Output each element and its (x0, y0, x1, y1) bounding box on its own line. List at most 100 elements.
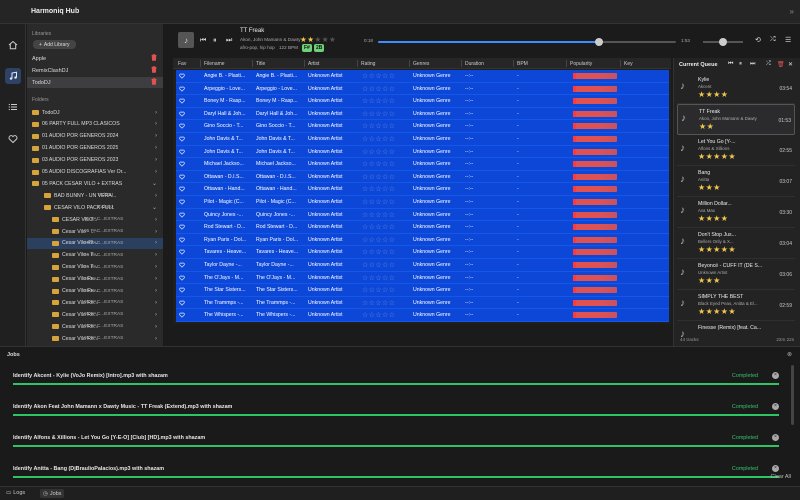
tab-jobs[interactable]: ◷ Jobs (40, 489, 65, 498)
queue-item[interactable]: ♪ TT Freak Akon, John Mamann & Dawty ★★ 01:5… (677, 104, 795, 135)
chevron-right-icon[interactable]: › (155, 121, 157, 127)
rating-stars[interactable]: ☆☆☆☆☆ (362, 274, 395, 282)
jobs-scrollbar[interactable] (791, 365, 794, 425)
chevron-right-icon[interactable]: › (155, 264, 157, 270)
heart-icon[interactable] (179, 287, 185, 293)
chevron-right-icon[interactable]: › (155, 169, 157, 175)
column-header-title[interactable]: Title (256, 61, 265, 67)
rating-stars[interactable]: ☆☆☆☆☆ (362, 85, 395, 93)
heart-icon[interactable] (179, 199, 185, 205)
table-row[interactable]: The Trammps -... The Trammps -... Unknown … (176, 296, 669, 310)
chevron-right-icon[interactable]: › (155, 217, 157, 223)
volume-slider[interactable] (703, 38, 743, 46)
folder-item[interactable]: Cesar Vilo Re... 05 PAC...EXTRAS › (27, 297, 163, 308)
table-row[interactable]: Quincy Jones -... Quincy Jones -... Unknow… (176, 208, 669, 222)
trash-icon[interactable] (151, 66, 157, 73)
folder-item[interactable]: 05 AUDIO DISCOGRAFIAS Ver Or... › (27, 167, 163, 178)
rating-stars[interactable]: ☆☆☆☆☆ (362, 148, 395, 156)
player-rating[interactable]: ★★★★★ (300, 35, 336, 44)
folder-item[interactable]: 01 AUDIO POR GENEROS 2025 › (27, 143, 163, 154)
heart-icon[interactable] (179, 186, 185, 192)
folder-item[interactable]: TodoDJ › (27, 107, 163, 118)
folder-item[interactable]: 06 PARTY FULL MP3 CLASICOS › (27, 119, 163, 130)
chevron-right-icon[interactable]: › (155, 336, 157, 342)
tab-logs[interactable]: ▭ Logs (6, 490, 25, 496)
trash-icon[interactable] (151, 78, 157, 85)
folder-item[interactable]: 05 PACK CESAR VILO + EXTRAS ⌄ (27, 178, 163, 189)
rating-stars[interactable]: ☆☆☆☆☆ (362, 198, 395, 206)
queue-item[interactable]: ♪ Let You Go [Y-... Alfons & Xillions ★★★★★… (677, 135, 795, 166)
table-row[interactable]: Daryl Hall & Joh... Daryl Hall & Joh... Un… (176, 107, 669, 121)
home-icon[interactable] (5, 37, 21, 53)
heart-icon[interactable] (179, 249, 185, 255)
chevron-right-icon[interactable]: › (155, 229, 157, 235)
remove-job-icon[interactable]: × (772, 403, 779, 410)
queue-item[interactable]: ♪ Million Dollar... Ava Max ★★★★ 03:30 (677, 197, 795, 228)
chevron-right-icon[interactable]: › (155, 193, 157, 199)
previous-track-button[interactable]: ⏮ (200, 37, 206, 45)
table-row[interactable]: Gino Soccio - T... Gino Soccio - T... Unkn… (176, 120, 669, 133)
table-row[interactable]: Ottawan - D.I.S... Ottawan - D.I.S... Unkn… (176, 170, 669, 184)
table-row[interactable]: Pilot - Magic (C... Pilot - Magic (C... Un… (176, 196, 669, 209)
heart-icon[interactable] (179, 123, 185, 129)
rating-stars[interactable]: ☆☆☆☆☆ (362, 211, 395, 219)
rating-stars[interactable]: ☆☆☆☆☆ (362, 236, 395, 244)
table-row[interactable]: Angie B. - Plasti... Angie B. - Plasti...… (176, 70, 669, 83)
folder-item[interactable]: Cesar Vilo Re... 05 PAC...EXTRAS › (27, 286, 163, 297)
previous-track-icon[interactable]: ⏮ (728, 61, 733, 68)
heart-icon[interactable] (179, 73, 185, 79)
queue-item[interactable]: ♪ Don't Stop Jus... Bellers Only & X... ★ ★ ★… (677, 228, 795, 259)
shuffle-icon[interactable]: ⤮ (770, 36, 776, 44)
folder-item[interactable]: Cesar Vilo Re... 05 PAC...EXTRAS › (27, 309, 163, 320)
library-item[interactable]: RemixClashDJ (27, 65, 163, 76)
folder-item[interactable]: 03 AUDIO POR GENEROS 2023 › (27, 155, 163, 166)
chevron-down-icon[interactable]: ⌄ (152, 180, 157, 187)
folder-item[interactable]: Cesar Vilo Re... 05 PAC...EXTRAS › (27, 333, 163, 344)
rating-stars[interactable]: ☆☆☆☆☆ (362, 135, 395, 143)
column-header-filename[interactable]: Filename (204, 61, 225, 67)
table-row[interactable]: The Star Sisters... The Star Sisters... Un… (176, 284, 669, 297)
library-item[interactable]: Apple (27, 53, 163, 64)
rating-stars[interactable]: ☆☆☆☆☆ (362, 311, 395, 319)
folder-item[interactable]: Cesar Vilo - T... 05 PAC...EXTRAS › (27, 250, 163, 261)
column-header-duration[interactable]: Duration (465, 61, 484, 67)
folder-item[interactable]: Cesar Vilo - ... 05 PAC...EXTRAS › (27, 226, 163, 237)
chevron-right-icon[interactable]: › (155, 324, 157, 330)
column-header-fav[interactable]: Fav (178, 61, 186, 67)
heart-icon[interactable] (179, 224, 185, 230)
rating-stars[interactable]: ☆☆☆☆☆ (362, 286, 395, 294)
column-header-artist[interactable]: Artist (308, 61, 319, 67)
library-item[interactable]: TodoDJ (27, 77, 163, 88)
column-header-key[interactable]: Key (624, 61, 633, 67)
chevron-right-icon[interactable]: › (155, 288, 157, 294)
chevron-right-icon[interactable]: › (155, 133, 157, 139)
heart-icon[interactable] (179, 312, 185, 318)
column-header-rating[interactable]: Rating (361, 61, 375, 67)
heart-icon[interactable] (179, 275, 185, 281)
table-row[interactable]: John Davis & T... John Davis & T... Unknow… (176, 133, 669, 146)
heart-icon[interactable] (179, 98, 185, 104)
queue-item[interactable]: ♪ Kylie Akcent ★★★★ 03:54 (677, 73, 795, 104)
table-row[interactable]: Michael Jackso... Michael Jackso... Unknow… (176, 158, 669, 171)
rating-stars[interactable]: ☆☆☆☆☆ (362, 122, 395, 130)
table-row[interactable]: Ryan Paris - Dol... Ryan Paris - Dol... Un… (176, 233, 669, 247)
column-header-genres[interactable]: Genres (413, 61, 429, 67)
music-library-icon[interactable] (5, 68, 21, 84)
table-row[interactable]: Tavares - Heave... Tavares - Heave... Unkn… (176, 246, 669, 259)
close-icon[interactable]: ✕ (788, 61, 793, 68)
chevron-right-icon[interactable]: › (155, 276, 157, 282)
queue-item[interactable]: ♪ SIMPLY THE BEST Black Eyed Peas, Anitta … (677, 290, 795, 321)
repeat-icon[interactable]: ⟲ (755, 36, 761, 44)
chevron-right-icon[interactable]: › (155, 300, 157, 306)
remove-job-icon[interactable]: × (772, 434, 779, 441)
rating-stars[interactable]: ☆☆☆☆☆ (362, 160, 395, 168)
chevron-right-icon[interactable]: › (155, 145, 157, 151)
folder-item[interactable]: Cesar Vilo - T... 05 PAC...EXTRAS › (27, 262, 163, 273)
folder-item[interactable]: 01 AUDIO POR GENEROS 2024 › (27, 131, 163, 142)
remove-job-icon[interactable]: × (772, 372, 779, 379)
folder-item[interactable]: Cesar Vilo 49... 05 PAC...EXTRAS › (27, 237, 163, 249)
heart-icon[interactable] (179, 161, 185, 167)
folder-item[interactable]: Cesar Vilo Re... 05 PAC...EXTRAS › (27, 274, 163, 285)
table-row[interactable]: Taylor Dayne -... Taylor Dayne -... Unknow… (176, 259, 669, 272)
shuffle-icon[interactable]: ⤮ (766, 61, 771, 68)
